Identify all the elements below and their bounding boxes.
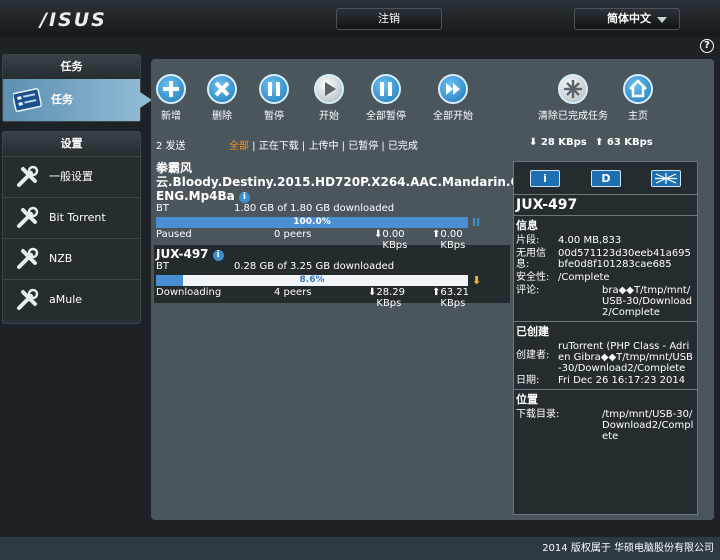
torrent-peers: 0 peers <box>274 229 312 240</box>
torrent-name: 拳霸风云.Bloody.Destiny.2015.HD720P.X264.AAC… <box>156 161 543 203</box>
info-icon[interactable]: i <box>212 250 224 261</box>
details-tracker-button[interactable] <box>651 170 681 187</box>
footer: 2014 版权属于 华硕电脑股份有限公司 <box>0 537 720 560</box>
filter-uploading[interactable]: 上传中 <box>308 141 338 152</box>
logout-button[interactable]: 注销 <box>336 8 442 30</box>
pause-icon <box>268 82 280 96</box>
start-all-icon <box>446 83 460 95</box>
torrent-item[interactable]: JUX-497 i BT 0.28 GB of 3.25 GB download… <box>154 245 510 309</box>
clear-icon <box>564 80 582 98</box>
close-icon <box>214 81 230 97</box>
sidebar-item-bittorrent[interactable]: Bit Torrent <box>3 197 140 238</box>
section-head: 信息 <box>516 219 538 232</box>
details-created-section: 已创建 ruTorrent (PHP Class - Adrien Gibra◆… <box>514 322 697 390</box>
sidebar-item-tasks[interactable]: 任务 <box>3 79 152 121</box>
pause-button[interactable]: 暂停 <box>244 74 304 122</box>
details-title: JUX-497 <box>514 195 697 216</box>
asus-logo: /ISUS <box>40 9 107 31</box>
sidebar-item-label: NZB <box>49 252 73 265</box>
progress-bar: 100.0% <box>156 217 468 228</box>
details-panel: i D JUX-497 信息 片段: 4.00 MB,833 无用信息: 00d57… <box>513 161 698 515</box>
home-button[interactable]: 主页 <box>608 74 668 122</box>
filter-tabs: 全部 | 正在下载 | 上传中 | 已暂停 | 已完成 <box>229 141 418 152</box>
details-d-button[interactable]: D <box>591 170 621 187</box>
filter-downloading[interactable]: 正在下载 <box>259 141 299 152</box>
start-all-button[interactable]: 全部开始 <box>423 74 483 122</box>
total-up-speed: ⬆ 63 KBps <box>595 137 653 148</box>
progress-percent: 100.0% <box>293 217 331 227</box>
progress-percent: 8.6% <box>299 275 325 285</box>
sidebar-item-label: Bit Torrent <box>49 211 106 224</box>
details-info-button[interactable]: i <box>530 170 560 187</box>
start-button[interactable]: 开始 <box>299 74 359 122</box>
torrent-status: Downloading <box>156 287 222 298</box>
task-count: 2 发送 <box>156 141 186 152</box>
delete-button[interactable]: 删除 <box>192 74 252 122</box>
sidebar-settings-head: 设置 <box>3 132 140 156</box>
clear-completed-button[interactable]: 清除已完成任务 <box>533 74 613 122</box>
language-label: 简体中文 <box>607 12 651 25</box>
details-location-section: 位置 下载目录:/tmp/mnt/USB-30/Download2/Comple… <box>516 393 694 442</box>
section-head: 已创建 <box>516 325 549 338</box>
sidebar-item-label: aMule <box>49 293 83 306</box>
sidebar-item-amule[interactable]: aMule <box>3 279 140 320</box>
language-select[interactable]: 简体中文 <box>574 8 680 30</box>
total-down-speed: ⬇ 28 KBps <box>529 137 587 148</box>
wrench-icon <box>17 206 39 228</box>
plus-icon <box>163 81 179 97</box>
torrent-type: BT <box>156 261 169 272</box>
sidebar-settings-section: 设置 一般设置 Bit Torrent NZB aMule <box>2 131 141 324</box>
torrent-type: BT <box>156 203 169 214</box>
home-icon <box>629 79 647 98</box>
details-tabs: i D <box>514 162 697 195</box>
torrent-status: Paused <box>156 229 192 240</box>
torrent-size: 0.28 GB of 3.25 GB downloaded <box>234 261 395 272</box>
top-bar: /ISUS 注销 简体中文 <box>0 0 720 37</box>
torrent-down-speed: ⬇ 0.00 KBps <box>374 229 408 251</box>
toolbar: 新增 删除 暂停 开始 全部暂停 全部开始 清除已完成任务 主页 <box>151 59 714 122</box>
download-status-icon[interactable]: ⬇ <box>472 274 481 287</box>
wrench-icon <box>17 247 39 269</box>
sidebar-item-nzb[interactable]: NZB <box>3 238 140 279</box>
filter-all[interactable]: 全部 <box>229 141 249 152</box>
wrench-icon <box>17 288 39 310</box>
torrent-down-speed: ⬇ 28.29 KBps <box>368 287 406 309</box>
help-icon[interactable]: ? <box>700 39 714 53</box>
main-panel: 新增 删除 暂停 开始 全部暂停 全部开始 清除已完成任务 主页 2 发送 全部… <box>151 59 714 520</box>
play-icon <box>325 82 336 96</box>
sidebar-tasks-section: 任务 任务 <box>2 54 152 122</box>
torrent-list: 拳霸风云.Bloody.Destiny.2015.HD720P.X264.AAC… <box>154 159 543 309</box>
torrent-size: 1.80 GB of 1.80 GB downloaded <box>234 203 395 214</box>
torrent-peers: 4 peers <box>274 287 312 298</box>
sidebar-item-general[interactable]: 一般设置 <box>3 156 140 197</box>
sidebar-item-label: 任务 <box>51 93 73 106</box>
pause-status-icon[interactable]: II <box>472 216 480 229</box>
torrent-up-speed: ⬆ 0.00 KBps <box>432 229 466 251</box>
filter-bar: 2 发送 全部 | 正在下载 | 上传中 | 已暂停 | 已完成 ⬇ 28 KB… <box>151 135 714 153</box>
task-list-icon <box>13 88 42 112</box>
pause-all-button[interactable]: 全部暂停 <box>356 74 416 122</box>
progress-bar: 8.6% <box>156 275 468 286</box>
pause-all-icon <box>380 82 392 96</box>
chevron-down-icon <box>657 17 667 23</box>
sidebar-item-label: 一般设置 <box>49 170 93 183</box>
network-icon <box>655 173 677 184</box>
info-icon[interactable]: i <box>238 192 250 203</box>
details-info-section: 信息 片段: 4.00 MB,833 无用信息: 00d571123d30eeb41… <box>514 216 697 322</box>
torrent-item[interactable]: 拳霸风云.Bloody.Destiny.2015.HD720P.X264.AAC… <box>154 159 543 251</box>
section-head: 位置 <box>516 393 538 406</box>
sidebar-tasks-head: 任务 <box>3 55 140 79</box>
filter-completed[interactable]: 已完成 <box>388 141 418 152</box>
wrench-icon <box>17 165 39 187</box>
filter-paused[interactable]: 已暂停 <box>348 141 378 152</box>
torrent-up-speed: ⬆ 63.21 KBps <box>432 287 470 309</box>
